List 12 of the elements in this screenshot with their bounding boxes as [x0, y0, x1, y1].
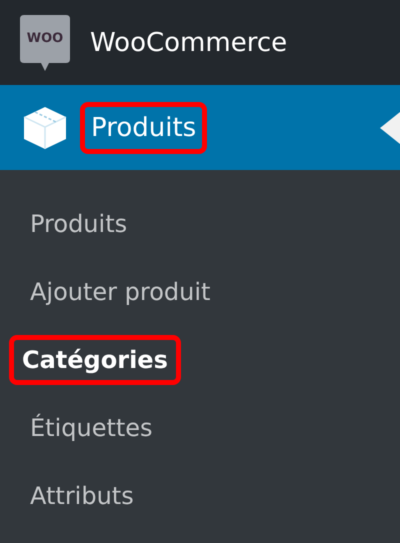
menu-item[interactable]: WOO WooCommerce — [0, 0, 400, 85]
current-arrow-icon — [380, 112, 400, 144]
submenu-link[interactable]: Produits — [30, 212, 128, 236]
menu-item[interactable]: Produits — [0, 85, 400, 170]
menu-label: Produits — [80, 102, 208, 154]
submenu-link[interactable]: Ajouter produit — [30, 280, 210, 304]
submenu-link[interactable]: Étiquettes — [30, 416, 153, 440]
submenu-link[interactable]: Attributs — [30, 484, 134, 508]
box-icon — [22, 104, 68, 150]
menu-label: WooCommerce — [90, 30, 288, 56]
logo-text: WOO — [26, 32, 64, 45]
submenu-link[interactable]: Catégories — [9, 335, 181, 385]
